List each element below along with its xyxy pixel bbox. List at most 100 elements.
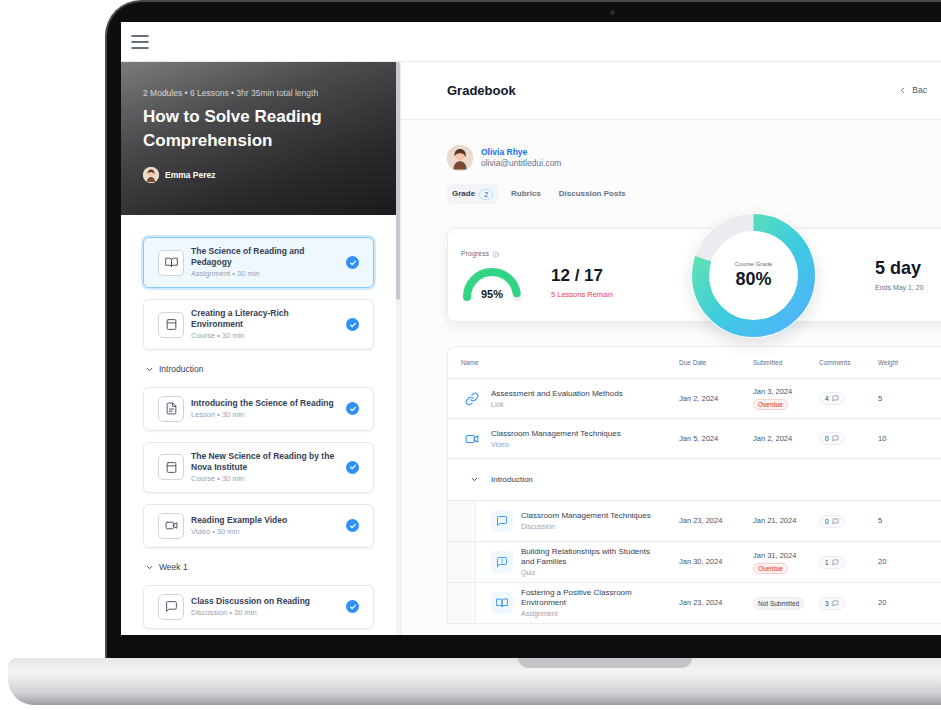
name-cell: Classroom Management TechniquesDiscussio… bbox=[491, 510, 679, 532]
lesson-item[interactable]: Introducing the Science of ReadingLesson… bbox=[143, 387, 374, 431]
document-icon bbox=[165, 402, 178, 415]
lessons-done: 12 / 17 bbox=[551, 266, 613, 286]
table-header: NameDue DateSubmittedCommentsWeight bbox=[448, 347, 941, 379]
course-meta: 2 Modules • 6 Lessons • 3hr 35min total … bbox=[143, 88, 374, 99]
comment-count: 3 bbox=[825, 599, 829, 608]
lesson-icon-box bbox=[158, 513, 184, 539]
progress-label: Progress bbox=[461, 249, 489, 260]
menu-icon[interactable] bbox=[130, 32, 150, 52]
comments-badge[interactable]: 0 bbox=[819, 432, 845, 445]
comment-count: 1 bbox=[825, 558, 829, 567]
lesson-item[interactable]: The New Science of Reading by the Nova I… bbox=[143, 442, 374, 493]
submitted-cell: Jan 21, 2024 bbox=[753, 516, 819, 526]
course-grade-ring: Course Grade80% bbox=[691, 213, 816, 338]
lesson-subtitle: Course • 30 min bbox=[191, 474, 339, 484]
video-icon bbox=[165, 519, 178, 532]
status-badge: Overdue bbox=[753, 399, 788, 410]
due-date: Jan 23, 2024 bbox=[679, 515, 753, 526]
laptop-bezel: 2 Modules • 6 Lessons • 3hr 35min total … bbox=[105, 0, 941, 658]
chat-icon bbox=[165, 600, 178, 613]
chevron-icon bbox=[145, 365, 154, 374]
author-avatar bbox=[143, 167, 159, 183]
item-title[interactable]: Classroom Management Techniques bbox=[521, 511, 651, 521]
book-icon bbox=[496, 597, 508, 609]
gradebook-body: Olivia Rhyeolivia@untitledui.com Grade2 Ru… bbox=[401, 120, 941, 624]
days-block: 5 dayEnds May 1, 20 bbox=[875, 257, 924, 294]
check-icon bbox=[346, 519, 359, 532]
item-title[interactable]: Building Relationships with Students and… bbox=[521, 547, 661, 567]
comment-icon bbox=[832, 600, 839, 607]
tab[interactable]: Rubrics bbox=[506, 184, 546, 204]
check-icon bbox=[346, 461, 359, 474]
table-row[interactable]: Fostering a Positive Classroom Environme… bbox=[448, 583, 941, 624]
column-header[interactable]: Comments bbox=[819, 358, 878, 368]
item-title[interactable]: Fostering a Positive Classroom Environme… bbox=[521, 588, 661, 608]
indent-strip bbox=[448, 542, 476, 582]
student-name[interactable]: Olivia Rhye bbox=[481, 147, 561, 158]
status-badge: Overdue bbox=[753, 563, 788, 574]
back-button[interactable]: Bac bbox=[898, 84, 927, 97]
check-icon bbox=[346, 318, 359, 331]
lesson-icon-box bbox=[158, 250, 184, 276]
column-header[interactable]: Name bbox=[461, 358, 679, 368]
lesson-title: Introducing the Science of Reading bbox=[191, 398, 339, 409]
lesson-text: Reading Example VideoVideo • 30 min bbox=[191, 515, 339, 537]
table-row[interactable]: Building Relationships with Students and… bbox=[448, 542, 941, 583]
grade-fill bbox=[701, 222, 807, 328]
comments-badge[interactable]: 4 bbox=[819, 392, 845, 405]
info-icon bbox=[492, 251, 499, 258]
item-type: Assignment bbox=[521, 609, 661, 618]
progress-label-row: Progress bbox=[461, 249, 641, 260]
lesson-text: Introducing the Science of ReadingLesson… bbox=[191, 398, 339, 420]
student-info: Olivia Rhyeolivia@untitledui.com bbox=[447, 145, 941, 171]
submitted-cell: Jan 2, 2024 bbox=[753, 434, 819, 444]
section-row[interactable]: Introduction bbox=[448, 459, 941, 501]
tab[interactable]: Discussion Posts bbox=[554, 184, 631, 204]
column-header[interactable]: Weight bbox=[878, 358, 938, 368]
lesson-item[interactable]: Creating a Literacy-Rich EnvironmentCour… bbox=[143, 299, 374, 350]
gradebook-header: Gradebook Bac bbox=[401, 62, 941, 120]
progress-block: Progress95%12 / 175 Lessons Remain bbox=[461, 249, 641, 302]
lesson-item[interactable]: Class Discussion on ReadingDiscussion • … bbox=[143, 585, 374, 629]
grade-label: Course Grade bbox=[735, 260, 773, 268]
lesson-item[interactable]: Reading Example VideoVideo • 30 min bbox=[143, 504, 374, 548]
page-title: Gradebook bbox=[447, 81, 516, 101]
tab[interactable]: Grade2 bbox=[447, 184, 498, 204]
section-header[interactable]: Week 1 bbox=[143, 559, 374, 574]
name-text: Fostering a Positive Classroom Environme… bbox=[521, 588, 661, 618]
comment-icon bbox=[832, 395, 839, 402]
item-type: Link bbox=[491, 400, 623, 409]
tab-label: Discussion Posts bbox=[559, 188, 626, 200]
tab-badge: 2 bbox=[479, 189, 493, 200]
row-cells: Fostering a Positive Classroom Environme… bbox=[476, 583, 938, 623]
column-header[interactable]: Submitted bbox=[753, 358, 819, 368]
stats-card: Progress95%12 / 175 Lessons RemainCourse… bbox=[447, 228, 941, 322]
item-title[interactable]: Classroom Management Techniques bbox=[491, 429, 621, 439]
lesson-subtitle: Discussion • 30 min bbox=[191, 608, 339, 618]
weight: 5 bbox=[878, 393, 938, 404]
table-row[interactable]: Classroom Management TechniquesDiscussio… bbox=[448, 501, 941, 542]
table-row[interactable]: Classroom Management TechniquesVideoJan … bbox=[448, 419, 941, 459]
lesson-item[interactable]: The Science of Reading and PedagogyAssig… bbox=[143, 237, 374, 288]
comments-cell: 0 bbox=[819, 515, 878, 528]
main-area: 2 Modules • 6 Lessons • 3hr 35min total … bbox=[121, 62, 941, 635]
check-icon bbox=[346, 256, 359, 269]
column-header[interactable]: Due Date bbox=[679, 358, 753, 368]
item-icon-box bbox=[491, 551, 513, 573]
name-cell: Fostering a Positive Classroom Environme… bbox=[491, 588, 679, 618]
course-outline-panel: 2 Modules • 6 Lessons • 3hr 35min total … bbox=[121, 62, 396, 635]
table-row[interactable]: Assessment and Evaluation MethodsLinkJan… bbox=[448, 379, 941, 419]
comments-cell: 3 bbox=[819, 597, 878, 610]
item-title[interactable]: Assessment and Evaluation Methods bbox=[491, 389, 623, 399]
quiz-icon bbox=[496, 556, 508, 568]
progress-gauge: 95% bbox=[461, 265, 523, 301]
section-header[interactable]: Introduction bbox=[143, 361, 374, 376]
lesson-icon-box bbox=[158, 312, 184, 338]
lesson-text: Creating a Literacy-Rich EnvironmentCour… bbox=[191, 308, 339, 341]
comments-badge[interactable]: 0 bbox=[819, 515, 845, 528]
grade-value: 80% bbox=[735, 268, 771, 290]
due-date: Jan 5, 2024 bbox=[679, 433, 753, 444]
comments-badge[interactable]: 1 bbox=[819, 556, 845, 569]
name-text: Assessment and Evaluation MethodsLink bbox=[491, 389, 623, 409]
comments-badge[interactable]: 3 bbox=[819, 597, 845, 610]
